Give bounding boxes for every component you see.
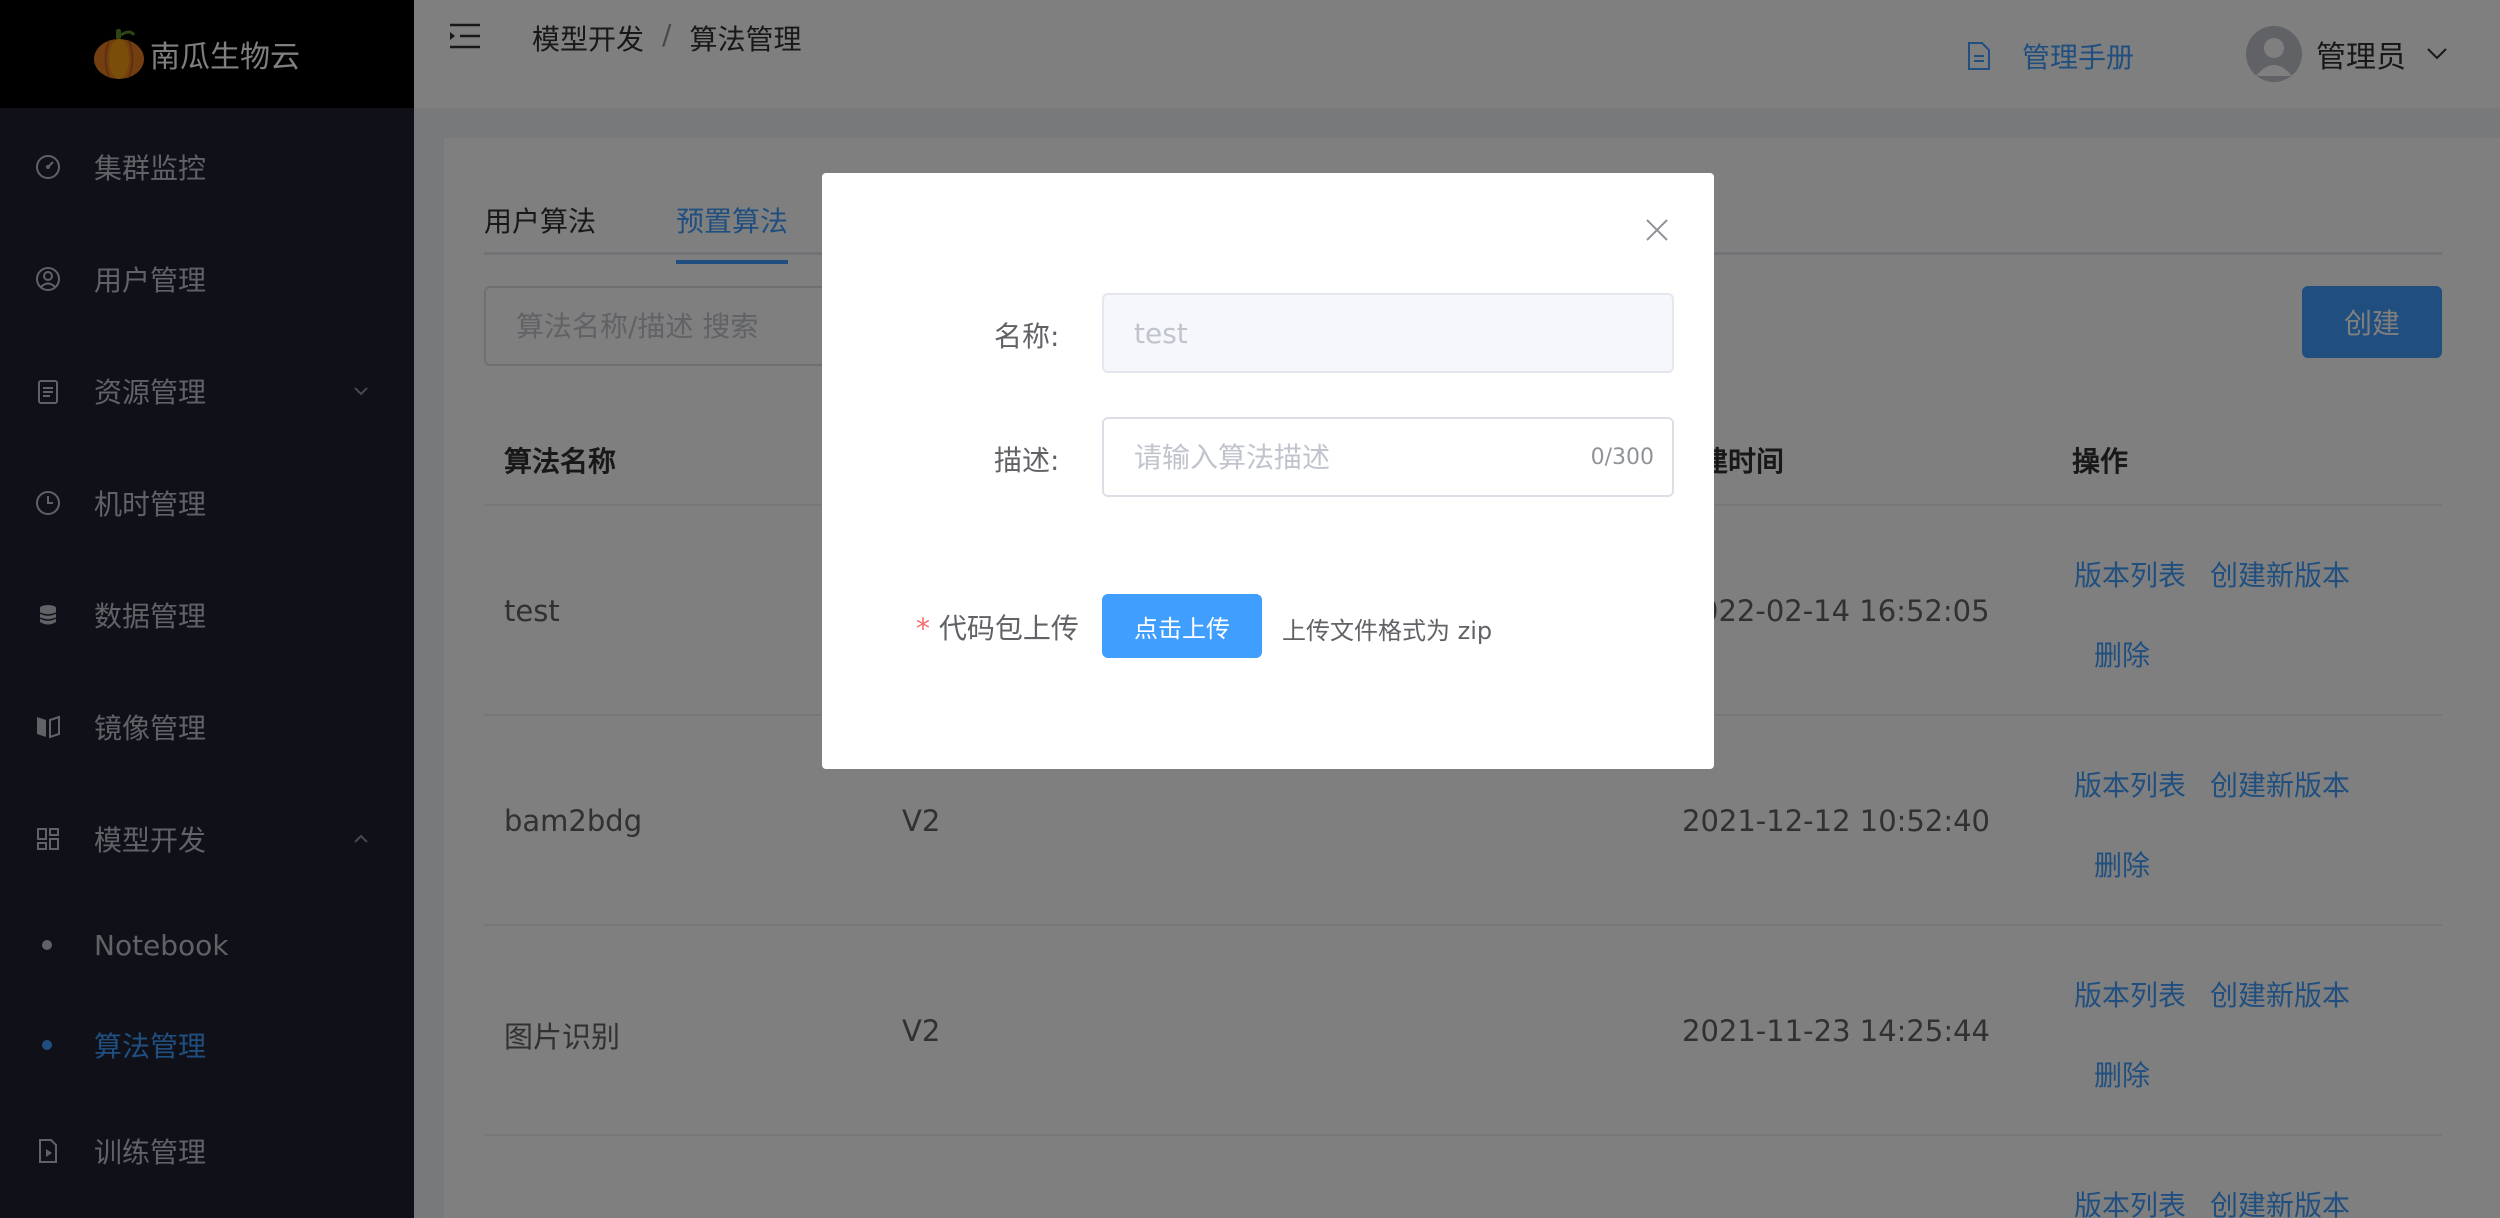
upload-tip: 上传文件格式为 zip <box>1282 617 1493 645</box>
description-box: 0/300 <box>1102 417 1674 497</box>
description-input[interactable] <box>1134 419 1564 495</box>
description-label: 描述: <box>994 444 1060 477</box>
name-field <box>1102 293 1674 373</box>
upload-button[interactable]: 点击上传 <box>1102 594 1262 658</box>
upload-label-text: 代码包上传 <box>938 612 1079 645</box>
required-mark: * <box>916 612 930 645</box>
name-label: 名称: <box>994 320 1060 353</box>
create-version-dialog: 名称: 描述: 0/300 * 代码包上传 点击上传 上传文件格式为 zip <box>822 173 1714 769</box>
close-icon[interactable] <box>1644 217 1670 243</box>
upload-label: * 代码包上传 <box>916 607 1079 647</box>
description-counter: 0/300 <box>1590 445 1654 470</box>
